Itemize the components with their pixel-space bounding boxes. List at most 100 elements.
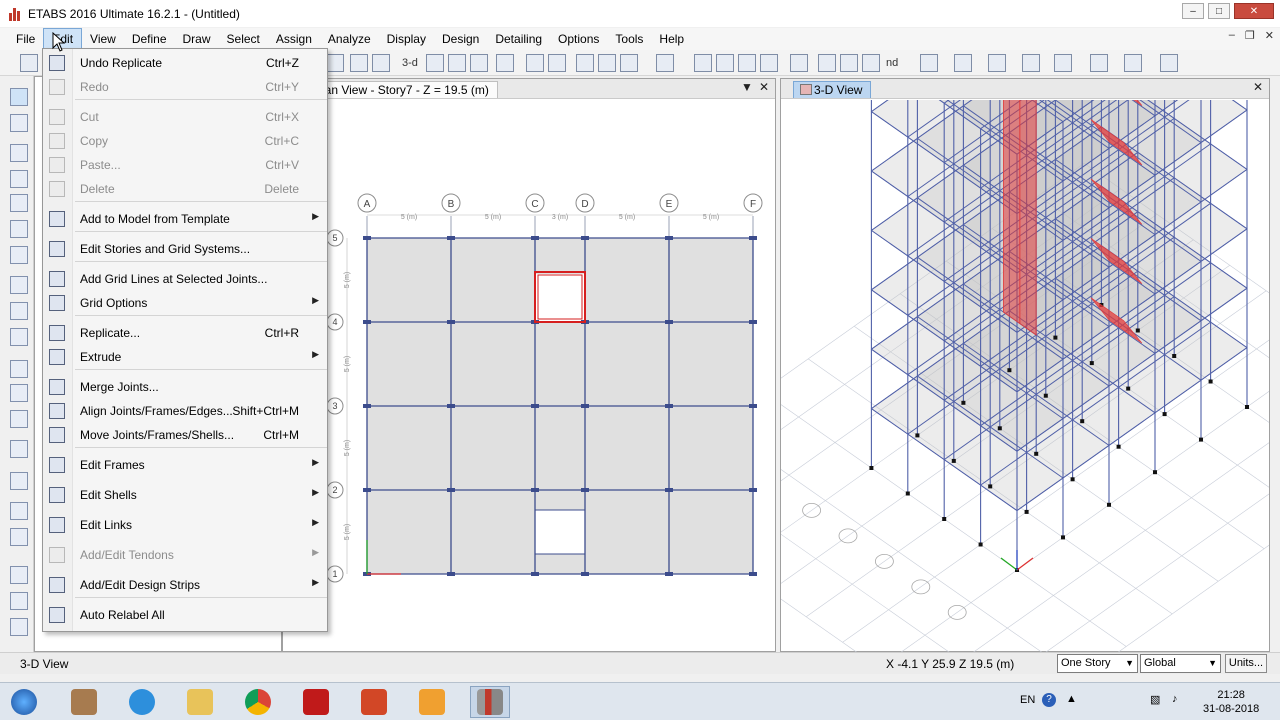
text-cursor-icon[interactable] — [920, 54, 938, 72]
object-shrink-icon[interactable] — [656, 54, 674, 72]
plan-view-close-icon[interactable]: ✕ — [759, 80, 769, 94]
menu-assign[interactable]: Assign — [268, 28, 320, 50]
plan-view-window[interactable]: lan View - Story7 - Z = 19.5 (m) ▼ ✕ A B C… — [282, 78, 776, 652]
maximize-button[interactable]: □ — [1208, 3, 1230, 19]
menu-item-merge-joints[interactable]: Merge Joints... — [43, 375, 327, 399]
menu-item-add-edit-tendons[interactable]: Add/Edit Tendons ▶ — [43, 543, 327, 567]
3d-view-window[interactable]: 3-D View ✕ — [780, 78, 1270, 652]
draw-area-icon[interactable] — [10, 384, 28, 402]
pointer-icon[interactable] — [10, 88, 28, 106]
truss-icon[interactable] — [840, 54, 858, 72]
media-player-icon[interactable] — [412, 686, 452, 718]
reshape-icon[interactable] — [10, 114, 28, 132]
move-up-icon[interactable] — [526, 54, 544, 72]
mdi-restore-icon[interactable]: ❐ — [1245, 29, 1255, 42]
archive-icon[interactable] — [64, 686, 104, 718]
menu-item-auto-relabel-all[interactable]: Auto Relabel All — [43, 603, 327, 627]
tab-plan-view[interactable]: lan View - Story7 - Z = 19.5 (m) — [313, 81, 498, 98]
menu-item-add-edit-design-strips[interactable]: Add/Edit Design Strips ▶ — [43, 573, 327, 597]
draw-column-icon[interactable] — [10, 194, 28, 212]
close-button[interactable]: ✕ — [1234, 3, 1274, 19]
menu-item-extrude[interactable]: Extrude ▶ — [43, 345, 327, 369]
slab-icon[interactable] — [862, 54, 880, 72]
restore-icon[interactable] — [620, 54, 638, 72]
language-indicator[interactable]: EN — [1020, 694, 1035, 706]
draw-link-icon[interactable] — [10, 440, 28, 458]
menu-item-replicate[interactable]: Replicate... Ctrl+R — [43, 321, 327, 345]
plan-view-canvas[interactable]: A B C D E F5 (m) 5 (m) 3 (m) 5 (m) 5 (m)55 (m)45 … — [283, 100, 775, 652]
menu-item-undo-replicate[interactable]: Undo Replicate Ctrl+Z — [43, 51, 327, 75]
start-orb-icon[interactable] — [4, 686, 44, 718]
color-icon[interactable] — [1124, 54, 1142, 72]
menu-item-add-to-model-from-template[interactable]: Add to Model from Template ▶ — [43, 207, 327, 231]
menu-design[interactable]: Design — [434, 28, 487, 50]
column-icon[interactable] — [760, 54, 778, 72]
menu-item-grid-options[interactable]: Grid Options ▶ — [43, 291, 327, 315]
menu-item-add-grid-lines-at-selected-joints[interactable]: Add Grid Lines at Selected Joints... — [43, 267, 327, 291]
3d-view-canvas[interactable] — [781, 100, 1269, 652]
perspective-icon[interactable] — [496, 54, 514, 72]
help-tray-icon[interactable]: ? — [1042, 693, 1056, 707]
menu-item-move-joints-frames-shells[interactable]: Move Joints/Frames/Shells... Ctrl+M — [43, 423, 327, 447]
rotate-3d-icon[interactable] — [470, 54, 488, 72]
menu-tools[interactable]: Tools — [607, 28, 651, 50]
draw-rectangle-icon[interactable] — [10, 302, 28, 320]
frame-section-icon[interactable] — [988, 54, 1006, 72]
check-icon[interactable] — [598, 54, 616, 72]
menu-help[interactable]: Help — [651, 28, 692, 50]
menu-file[interactable]: File — [8, 28, 43, 50]
line-style-icon[interactable] — [1054, 54, 1072, 72]
tray-arrow-icon[interactable]: ▲ — [1066, 693, 1077, 705]
menu-draw[interactable]: Draw — [175, 28, 219, 50]
draw-brace-icon[interactable] — [10, 220, 28, 238]
beam-icon[interactable] — [738, 54, 756, 72]
plan-view-icon[interactable] — [426, 54, 444, 72]
draw-wall-icon[interactable] — [10, 328, 28, 346]
coordinate-system-select[interactable]: Global ▼ — [1140, 654, 1221, 673]
new-model-icon[interactable] — [20, 54, 38, 72]
elevation-view-icon[interactable] — [448, 54, 466, 72]
menu-display[interactable]: Display — [379, 28, 434, 50]
menu-define[interactable]: Define — [124, 28, 175, 50]
brace-icon[interactable] — [716, 54, 734, 72]
menu-select[interactable]: Select — [219, 28, 268, 50]
tab-3d-view[interactable]: 3-D View — [793, 81, 872, 98]
menu-view[interactable]: View — [82, 28, 124, 50]
link-icon[interactable] — [818, 54, 836, 72]
menu-item-paste[interactable]: Paste... Ctrl+V — [43, 153, 327, 177]
column-section-icon[interactable] — [1022, 54, 1040, 72]
draw-section-cut-icon[interactable] — [10, 410, 28, 428]
network-icon[interactable]: ▧ — [1150, 693, 1160, 706]
select-all-side-icon[interactable] — [10, 566, 28, 584]
layout-icon[interactable] — [1090, 54, 1108, 72]
draw-beam-icon[interactable] — [10, 170, 28, 188]
draw-grid-icon[interactable] — [10, 472, 28, 490]
menu-item-redo[interactable]: Redo Ctrl+Y — [43, 75, 327, 99]
menu-item-delete[interactable]: Delete Delete — [43, 177, 327, 201]
etabs-app-icon[interactable] — [8, 7, 22, 21]
node-label-button[interactable]: nd — [886, 54, 898, 72]
menu-item-cut[interactable]: Cut Ctrl+X — [43, 105, 327, 129]
minimize-button[interactable]: – — [1182, 3, 1204, 19]
menu-analyze[interactable]: Analyze — [320, 28, 379, 50]
wall-icon[interactable] — [790, 54, 808, 72]
frame-icon[interactable] — [694, 54, 712, 72]
pan-icon[interactable] — [350, 54, 368, 72]
draw-strip-icon[interactable] — [10, 528, 28, 546]
draw-opening-icon[interactable] — [10, 360, 28, 378]
menu-item-edit-stories-and-grid-systems[interactable]: Edit Stories and Grid Systems... — [43, 237, 327, 261]
internet-explorer-icon[interactable] — [122, 686, 162, 718]
menu-item-edit-shells[interactable]: Edit Shells ▶ — [43, 483, 327, 507]
menu-detailing[interactable]: Detailing — [487, 28, 550, 50]
chrome-icon[interactable] — [238, 686, 278, 718]
pdf-icon[interactable] — [296, 686, 336, 718]
plan-view-dropdown-icon[interactable]: ▼ — [741, 80, 753, 94]
view-3d-button[interactable]: 3-d — [402, 54, 418, 72]
folder-icon[interactable] — [180, 686, 220, 718]
story-select[interactable]: One Story ▼ — [1057, 654, 1138, 673]
previous-selection-icon[interactable] — [10, 592, 28, 610]
units-button[interactable]: Units... — [1225, 654, 1267, 673]
zoom-icon[interactable] — [326, 54, 344, 72]
rotate-icon[interactable] — [372, 54, 390, 72]
move-down-icon[interactable] — [548, 54, 566, 72]
